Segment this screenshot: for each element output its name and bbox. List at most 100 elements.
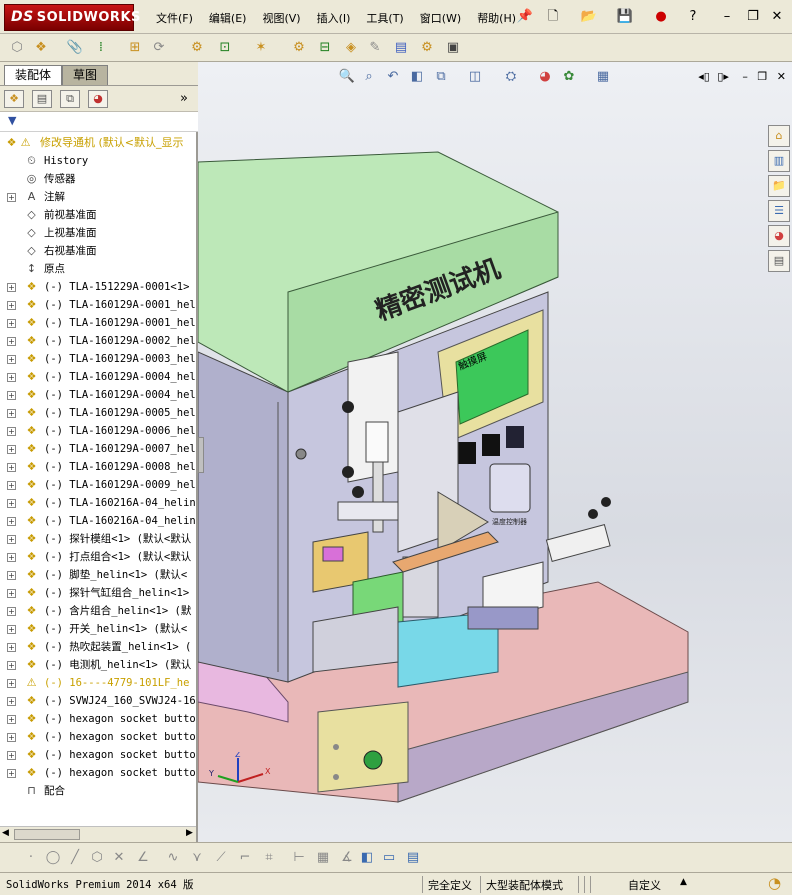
expand-icon[interactable]: + — [7, 571, 16, 580]
expand-icon[interactable]: + — [7, 751, 16, 760]
edit-appearance-icon[interactable]: ◕ — [536, 68, 554, 86]
zoom-to-fit-icon[interactable]: 🔍 — [338, 68, 356, 86]
zoom-area-icon[interactable]: ⌕ — [360, 68, 378, 86]
tree-item[interactable]: + ❖ (-) TLA-160129A-0008_helin< — [0, 458, 196, 476]
restore-icon[interactable]: ❐ — [744, 8, 762, 26]
view-orientation-icon[interactable]: ◫ — [466, 68, 484, 86]
menu-view[interactable]: 视图(V) — [254, 9, 308, 27]
tree-root-assembly[interactable]: ❖ ⚠ 修改导通机 (默认<默认_显示 — [0, 134, 196, 152]
property-manager-icon[interactable]: ▤ — [32, 90, 52, 108]
tree-item[interactable]: + ❖ (-) hexagon socket button — [0, 710, 196, 728]
expand-icon[interactable]: + — [7, 337, 16, 346]
design-library-icon[interactable]: ▥ — [768, 150, 790, 172]
centerpoint-rectangle-icon[interactable]: ⌗ — [260, 849, 278, 867]
expand-icon[interactable]: + — [7, 319, 16, 328]
tree-item[interactable]: + ❖ (-) hexagon socket button — [0, 728, 196, 746]
tree-item[interactable]: + A 注解 — [0, 188, 196, 206]
circle-icon[interactable]: ◯ — [44, 849, 62, 867]
assembly-features-icon[interactable]: ⊟ — [316, 39, 334, 57]
viewport-minimize-icon[interactable]: – — [742, 70, 748, 83]
previous-view-icon[interactable]: ↶ — [384, 68, 402, 86]
expand-icon[interactable]: + — [7, 481, 16, 490]
custom-properties-icon[interactable]: ▤ — [768, 250, 790, 272]
solidworks-logo[interactable]: DS SOLIDWORKS — [4, 4, 140, 31]
interference-icon[interactable]: ▤ — [392, 39, 410, 57]
tree-item[interactable]: + ❖ (-) TLA-160129A-0001_helin< — [0, 314, 196, 332]
shaded-display-icon[interactable]: ◧ — [358, 849, 376, 867]
mate-icon[interactable]: 📎 — [66, 39, 84, 57]
expand-icon[interactable]: + — [7, 697, 16, 706]
dynamic-annotation-icon[interactable]: ⧉ — [432, 68, 450, 86]
expand-icon[interactable]: + — [7, 409, 16, 418]
tree-item[interactable]: + ❖ (-) TLA-160216A-04_helin< — [0, 512, 196, 530]
explode-view-icon[interactable]: ⊡ — [216, 39, 234, 57]
tree-item[interactable]: + ❖ (-) 探针模组<1> (默认<默认 — [0, 530, 196, 548]
offset-icon[interactable]: ∿ — [164, 849, 182, 867]
tree-item[interactable]: + ❖ (-) TLA-160129A-0005_helin< — [0, 404, 196, 422]
mirror-icon[interactable]: ⋎ — [188, 849, 206, 867]
tiled-display-icon[interactable]: ▤ — [404, 849, 422, 867]
section-view-icon[interactable]: ◧ — [408, 68, 426, 86]
rectangle-corner-icon[interactable]: ⌐ — [236, 849, 254, 867]
insert-component-icon[interactable]: ❖ — [32, 39, 50, 57]
prev-window-icon[interactable]: ◂▯ — [698, 70, 710, 83]
expand-icon[interactable]: + — [7, 661, 16, 670]
expand-icon[interactable]: + — [7, 679, 16, 688]
menu-window[interactable]: 窗口(W) — [412, 9, 469, 27]
tree-item[interactable]: + ❖ (-) TLA-160129A-0002_helin< — [0, 332, 196, 350]
filter-icon[interactable]: ▼ — [8, 114, 16, 127]
configuration-manager-icon[interactable]: ⧉ — [60, 90, 80, 108]
expand-icon[interactable]: + — [7, 391, 16, 400]
display-style-icon[interactable]: ⛭ — [502, 68, 520, 86]
scrollbar-thumb[interactable] — [14, 829, 80, 840]
menu-file[interactable]: 文件(F) — [148, 9, 201, 27]
trim-icon[interactable]: ✕ — [110, 849, 128, 867]
rebuild-icon[interactable]: ● — [652, 8, 670, 26]
expand-icon[interactable]: + — [7, 715, 16, 724]
viewport-close-icon[interactable]: ✕ — [777, 70, 786, 83]
view-settings-icon[interactable]: ▦ — [594, 68, 612, 86]
expand-icon[interactable]: + — [7, 373, 16, 382]
tree-item[interactable]: + ❖ (-) 含片组合_helin<1> (默 — [0, 602, 196, 620]
pattern-icon[interactable]: ⁞ — [92, 39, 110, 57]
smart-fastener-icon[interactable]: ⚙ — [188, 39, 206, 57]
expand-icon[interactable]: + — [7, 607, 16, 616]
expand-icon[interactable]: + — [7, 283, 16, 292]
expand-icon[interactable]: + — [7, 589, 16, 598]
move-component-icon[interactable]: ⊞ — [126, 39, 144, 57]
menu-insert[interactable]: 插入(I) — [309, 9, 359, 27]
expand-icon[interactable]: + — [7, 733, 16, 742]
grid-icon[interactable]: ▦ — [314, 849, 332, 867]
tab-assembly[interactable]: 装配体 — [4, 65, 63, 85]
tree-item[interactable]: ⏲ History — [0, 152, 196, 170]
bom-icon[interactable]: ⚙ — [290, 39, 308, 57]
tree-item[interactable]: + ❖ (-) TLA-160129A-0006_helin< — [0, 422, 196, 440]
hide-show-icon[interactable]: ◈ — [342, 39, 360, 57]
smart-dimension-icon[interactable]: ⊢ — [290, 849, 308, 867]
tree-item[interactable]: + ❖ (-) 热吹起装置_helin<1> ( — [0, 638, 196, 656]
reference-geometry-icon[interactable]: ✶ — [252, 39, 270, 57]
tree-item[interactable]: + ❖ (-) hexagon socket button — [0, 746, 196, 764]
menu-edit[interactable]: 编辑(E) — [201, 9, 255, 27]
tree-item[interactable]: + ❖ (-) SVWJ24_160_SVWJ24-160- — [0, 692, 196, 710]
tree-horizontal-scrollbar[interactable]: ◀ ▶ — [0, 826, 196, 842]
tree-item[interactable]: + ❖ (-) TLA-160216A-04_helin< — [0, 494, 196, 512]
polygon-icon[interactable]: ⬡ — [88, 849, 106, 867]
file-explorer-icon[interactable]: 📁 — [768, 175, 790, 197]
tree-item[interactable]: + ❖ (-) 电测机_helin<1> (默认 — [0, 656, 196, 674]
notification-icon[interactable]: ◔ — [768, 874, 781, 892]
open-folder-icon[interactable]: 📂 — [580, 8, 598, 26]
tree-item[interactable]: + ❖ (-) TLA-160129A-0004_helin< — [0, 386, 196, 404]
graphics-viewport[interactable]: 精密测试机 触摸屏 温度控制器 🔍 ⌕ ↶ ◧ ⧉ ◫ ⛭ ◕ ✿ ▦ ◂▯ ▯… — [198, 62, 792, 842]
assembly-model[interactable]: 精密测试机 触摸屏 温度控制器 — [198, 62, 792, 842]
tree-item[interactable]: + ⚠ (-) 16----4779-101LF_he — [0, 674, 196, 692]
tree-item[interactable]: + ❖ (-) 脚垫_helin<1> (默认< — [0, 566, 196, 584]
scroll-right-icon[interactable]: ▶ — [186, 828, 193, 838]
expand-icon[interactable]: + — [7, 643, 16, 652]
feature-tree-icon[interactable]: ❖ — [4, 90, 24, 108]
expand-icon[interactable]: + — [7, 427, 16, 436]
apply-scene-icon[interactable]: ✿ — [560, 68, 578, 86]
component-icon[interactable]: ⬡ — [8, 39, 26, 57]
expand-icon[interactable]: + — [7, 553, 16, 562]
close-icon[interactable]: ✕ — [768, 8, 786, 26]
